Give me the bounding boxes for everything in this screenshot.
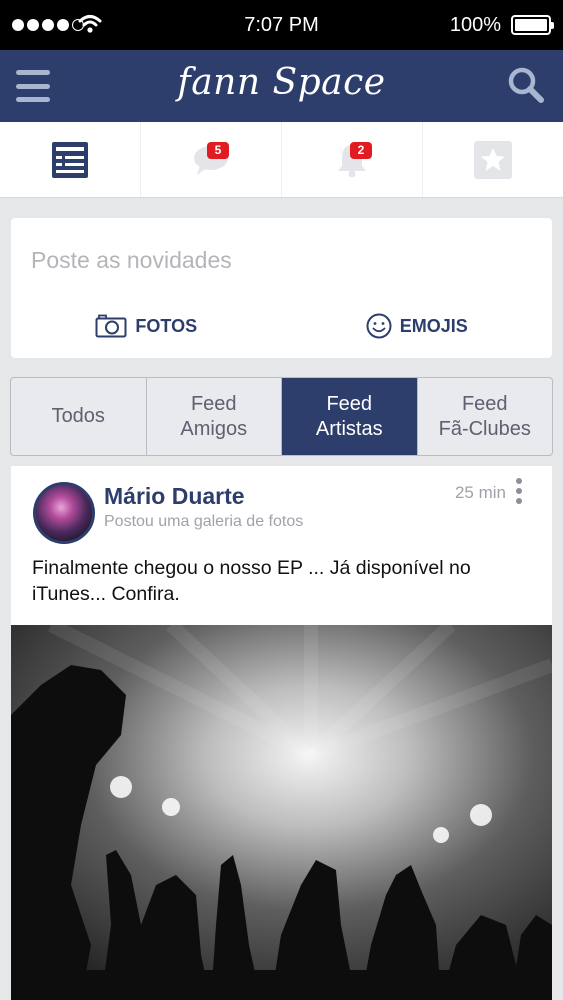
filter-fa-clubes-label-line1: Feed bbox=[461, 392, 508, 415]
notifications-count-badge: 2 bbox=[350, 142, 372, 159]
tab-feed[interactable] bbox=[0, 122, 141, 197]
filter-feed-amigos[interactable]: Feed Amigos bbox=[147, 378, 282, 455]
smiley-icon bbox=[366, 313, 392, 339]
filter-feed-fa-clubes[interactable]: Feed Fã-Clubes bbox=[418, 378, 553, 455]
more-options-icon[interactable] bbox=[514, 478, 524, 504]
post-subtitle: Postou uma galeria de fotos bbox=[104, 513, 304, 530]
tab-notifications[interactable]: 2 bbox=[282, 122, 423, 197]
battery-icon bbox=[511, 15, 554, 35]
feed-filter-tabs: Todos Feed Amigos Feed Artistas Feed Fã-… bbox=[10, 377, 553, 456]
star-icon bbox=[474, 140, 512, 179]
filter-amigos-label-line1: Feed bbox=[190, 392, 237, 415]
avatar[interactable] bbox=[33, 482, 95, 544]
post-composer: FOTOS EMOJIS bbox=[11, 218, 552, 358]
add-emoji-button[interactable]: EMOJIS bbox=[282, 306, 553, 346]
camera-icon bbox=[95, 314, 127, 338]
app-header: fann Space bbox=[0, 50, 563, 122]
messages-count-badge: 5 bbox=[207, 142, 229, 159]
tab-messages[interactable]: 5 bbox=[141, 122, 282, 197]
post-photo[interactable] bbox=[11, 625, 552, 1000]
filter-amigos-label-line2: Amigos bbox=[180, 417, 248, 440]
post-timestamp: 25 min bbox=[454, 483, 506, 502]
search-icon[interactable] bbox=[507, 66, 545, 104]
composer-actions: FOTOS EMOJIS bbox=[11, 306, 552, 346]
app-title: fann Space bbox=[177, 62, 386, 103]
post-author[interactable]: Mário Duarte bbox=[104, 483, 245, 510]
filter-feed-artistas[interactable]: Feed Artistas bbox=[282, 378, 418, 455]
tab-favorites[interactable] bbox=[423, 122, 563, 197]
add-photos-button[interactable]: FOTOS bbox=[11, 306, 282, 346]
filter-fa-clubes-label-line2: Fã-Clubes bbox=[438, 417, 531, 440]
news-feed-icon bbox=[52, 141, 88, 178]
battery-percentage: 100% bbox=[449, 14, 501, 36]
filter-todos-label: Todos bbox=[51, 405, 105, 427]
filter-artistas-label-line2: Artistas bbox=[315, 417, 383, 440]
post-text: Finalmente chegou o nosso EP ... Já disp… bbox=[32, 557, 471, 605]
filter-artistas-label-line1: Feed bbox=[326, 392, 373, 415]
status-input[interactable] bbox=[31, 240, 531, 280]
top-tab-bar: 5 2 bbox=[0, 122, 563, 198]
photos-label: FOTOS bbox=[135, 315, 198, 336]
emojis-label: EMOJIS bbox=[399, 315, 468, 336]
filter-todos[interactable]: Todos bbox=[11, 378, 147, 455]
feed-post: Mário Duarte Postou uma galeria de fotos… bbox=[11, 466, 552, 1000]
status-bar: 7:07 PM 100% bbox=[0, 0, 563, 50]
